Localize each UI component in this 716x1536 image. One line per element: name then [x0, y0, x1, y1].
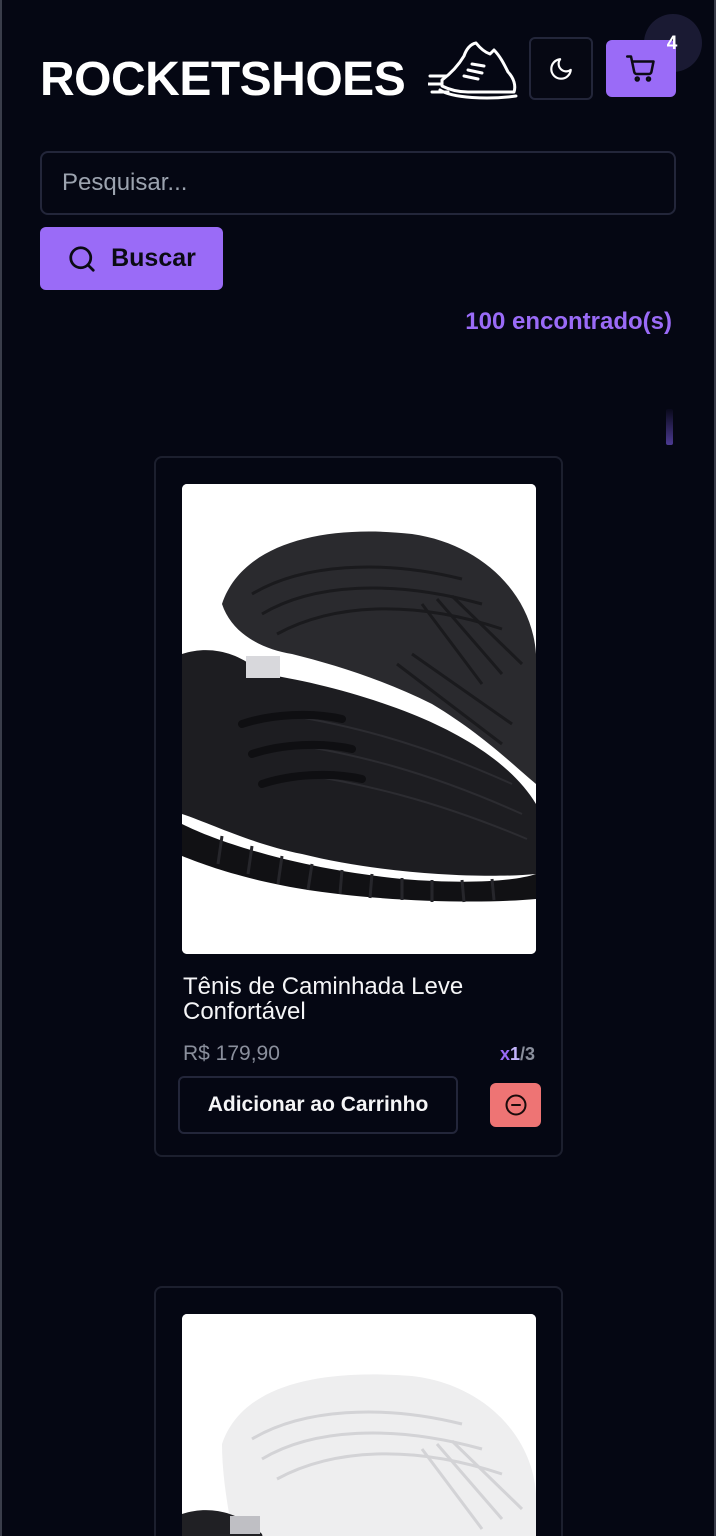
running-shoe-icon: [428, 41, 518, 100]
search-button-label: Buscar: [111, 244, 196, 272]
moon-icon: [550, 57, 572, 80]
results-count: 100 encontrado(s): [465, 308, 672, 335]
add-to-cart-button[interactable]: Adicionar ao Carrinho: [178, 1076, 458, 1134]
qty-stock: 3: [524, 1044, 535, 1064]
black-sneaker-image: [182, 484, 536, 954]
product-card: Tênis de Caminhada Leve Confortável R$ 1…: [154, 456, 563, 1157]
qty-in-cart: 1: [509, 1044, 520, 1064]
search-icon: [69, 245, 95, 272]
cart-count-badge: 4: [666, 33, 678, 54]
logo-text[interactable]: ROCKETSHOES: [40, 52, 406, 108]
product-price: R$ 179,90: [183, 1042, 280, 1065]
search-input[interactable]: [40, 151, 676, 215]
search-button[interactable]: Buscar: [40, 227, 223, 290]
product-image[interactable]: [182, 1314, 536, 1536]
header: ROCKETSHOES 4: [40, 14, 702, 114]
product-card: [154, 1286, 563, 1536]
white-sneaker-image: [182, 1314, 536, 1536]
app-frame: ROCKETSHOES 4 Buscar: [0, 0, 716, 1536]
product-image[interactable]: [182, 484, 536, 954]
scroll-indicator: [666, 409, 673, 445]
minus-circle-icon: [505, 1094, 526, 1116]
remove-from-cart-button[interactable]: [490, 1083, 541, 1127]
qty-prefix: x: [499, 1044, 510, 1064]
shopping-cart-icon: [626, 54, 655, 82]
theme-toggle-button[interactable]: [529, 37, 593, 100]
cart-quantity: x1/3: [500, 1044, 535, 1065]
product-name: Tênis de Caminhada Leve Confortável: [183, 973, 464, 1025]
